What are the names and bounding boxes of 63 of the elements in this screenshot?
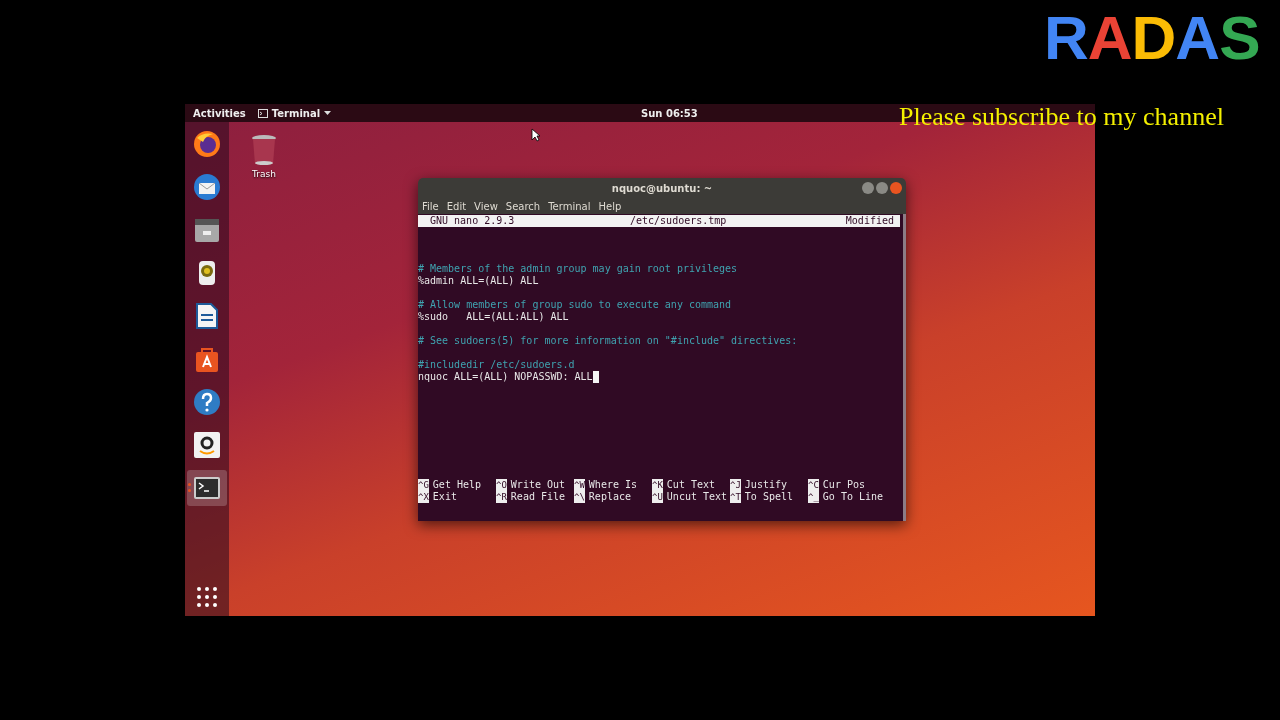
shortcut-label: Read File (510, 491, 566, 503)
menu-item[interactable]: Help (598, 200, 622, 212)
code-line: nquoc ALL=(ALL) NOPASSWD: ALL (418, 371, 593, 383)
window-title: nquoc@ubuntu: ~ (611, 182, 713, 194)
mail-icon (193, 173, 221, 201)
shortcut-label: Justify (744, 479, 787, 491)
menu-item[interactable]: Edit (446, 200, 467, 212)
clock[interactable]: Sun 06:53 (641, 107, 698, 119)
shortcut-key: ^G (418, 479, 429, 491)
shortcut-label: Uncut Text (666, 491, 728, 503)
help-icon (193, 388, 221, 416)
shortcut-key: ^J (730, 479, 741, 491)
nano-version: GNU nano 2.9.3 (430, 215, 516, 227)
terminal-icon (193, 474, 221, 502)
mouse-pointer-icon (531, 128, 541, 142)
shortcut-label: Get Help (432, 479, 481, 491)
minimize-button[interactable] (862, 182, 874, 194)
shortcut-key: ^U (652, 491, 663, 503)
code-line: # Members of the admin group may gain root privileges (418, 263, 738, 275)
shortcut-label: Where Is (588, 479, 637, 491)
shortcut-key: ^K (652, 479, 663, 491)
shortcut-label: Cut Text (666, 479, 715, 491)
shortcut-label: Go To Line (822, 491, 884, 503)
shortcut-key: ^O (496, 479, 507, 491)
app-menu[interactable]: Terminal (253, 107, 336, 119)
shortcut-label: Replace (588, 491, 631, 503)
caret-icon (324, 111, 332, 115)
shortcut-label: To Spell (744, 491, 793, 503)
code-line: # See sudoers(5) for more information on "#include" directives: (418, 335, 798, 347)
dock-item[interactable] (187, 470, 227, 506)
shopping-icon (193, 431, 221, 459)
maximize-button[interactable] (876, 182, 888, 194)
menu-item[interactable]: Search (505, 200, 541, 212)
shortcut-key: ^W (574, 479, 585, 491)
shortcut-label: Write Out (510, 479, 566, 491)
shortcut-key: ^_ (808, 491, 819, 503)
menu-item[interactable]: Terminal (548, 200, 591, 212)
menu-item[interactable]: View (474, 200, 498, 212)
code-line: %admin ALL=(ALL) ALL (418, 275, 539, 287)
close-button[interactable] (890, 182, 902, 194)
shortcut-label: Cur Pos (822, 479, 865, 491)
channel-logo: RADAS (1044, 2, 1260, 73)
app-grid-icon[interactable] (196, 586, 218, 608)
shortcut-label: Exit (432, 491, 457, 503)
document-icon (193, 302, 221, 330)
code-line: #includedir /etc/sudoers.d (418, 359, 575, 371)
shortcut-key: ^C (808, 479, 819, 491)
menu-item[interactable]: File (422, 200, 439, 212)
cabinet-icon (193, 216, 221, 244)
trash-label: Trash (252, 169, 276, 179)
modified-status: Modified (845, 215, 894, 227)
trash-icon[interactable] (251, 134, 277, 166)
firefox-icon (193, 130, 221, 158)
activities-button[interactable]: Activities (185, 107, 254, 119)
shortcut-key: ^T (730, 491, 741, 503)
terminal-icon (257, 108, 268, 118)
shortcut-key: ^R (496, 491, 507, 503)
code-line: # Allow members of group sudo to execute any command (418, 299, 732, 311)
shortcut-key: ^\ (574, 491, 585, 503)
code-line: %sudo ALL=(ALL:ALL) ALL (418, 311, 569, 323)
shopping-bag-icon (193, 345, 221, 373)
shortcut-key: ^X (418, 491, 429, 503)
file-name: /etc/sudoers.tmp (630, 215, 728, 227)
